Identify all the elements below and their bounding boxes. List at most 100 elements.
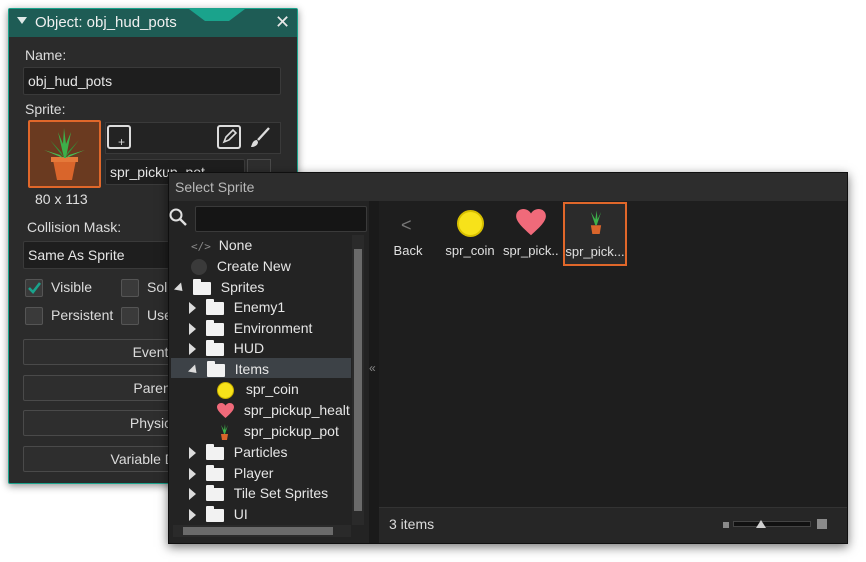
grid-tile-sprite[interactable]: spr_coin — [443, 209, 497, 265]
create-new-icon — [191, 259, 207, 276]
expand-arrow-icon — [187, 364, 201, 377]
status-bar: 3 items — [379, 507, 847, 543]
tree-label-sprite: spr_pickup_healt — [243, 402, 350, 418]
uses-physics-checkbox[interactable] — [121, 307, 139, 325]
brush-icon — [251, 127, 270, 147]
zoom-large-icon[interactable] — [817, 519, 827, 529]
coin-icon — [457, 210, 484, 237]
collapsed-arrow-icon — [189, 447, 196, 460]
grid-tile-sprite-selected[interactable]: spr_pick... — [563, 202, 627, 266]
persistent-checkbox[interactable] — [25, 307, 43, 325]
solid-checkbox[interactable] — [121, 279, 139, 297]
tree-label-sprite: spr_coin — [245, 381, 299, 397]
folder-icon — [205, 298, 224, 315]
tree-folder-row[interactable]: Environment — [189, 318, 312, 338]
pencil-icon — [222, 128, 238, 144]
tree-item-items[interactable]: Items — [187, 359, 269, 379]
sprite-size-label: 80 x 113 — [35, 191, 88, 207]
object-window-titlebar[interactable]: Object: obj_hud_pots ✕ — [9, 9, 297, 37]
search-input[interactable] — [195, 206, 367, 232]
zoom-slider[interactable] — [733, 520, 811, 528]
visible-checkbox[interactable] — [25, 279, 43, 297]
tree-label-create-new: Create New — [216, 258, 291, 274]
sprite-label: Sprite: — [25, 101, 66, 117]
sprite-preview[interactable] — [28, 120, 101, 188]
tree-item-none[interactable]: </> None — [191, 235, 252, 255]
grid-tile-label: Back — [393, 243, 423, 258]
tree-folder-row[interactable]: Player — [189, 463, 273, 483]
select-sprite-title[interactable]: Select Sprite — [169, 173, 847, 201]
collapsed-arrow-icon — [189, 343, 196, 356]
edit-sprite-button[interactable] — [217, 125, 241, 149]
folder-icon — [205, 319, 224, 336]
close-icon[interactable]: ✕ — [275, 12, 290, 33]
folder-icon — [205, 484, 224, 501]
expand-arrow-icon — [173, 282, 187, 295]
tree-label-folder: Environment — [233, 320, 313, 336]
heart-icon — [516, 209, 546, 236]
heart-icon — [217, 403, 234, 419]
name-field-value: obj_hud_pots — [28, 73, 113, 89]
folder-icon — [205, 464, 224, 481]
folder-icon — [205, 443, 224, 460]
grid-tile-label: spr_coin — [445, 243, 495, 258]
tree-folder-row[interactable]: HUD — [189, 338, 264, 358]
collapsed-arrow-icon — [189, 302, 196, 315]
plus-icon: + — [118, 135, 126, 149]
folder-icon — [206, 360, 225, 377]
persistent-label: Persistent — [51, 307, 114, 323]
select-sprite-dialog: Select Sprite </> None Create New Sprite… — [168, 172, 848, 544]
zoom-small-icon[interactable] — [723, 522, 729, 528]
folder-icon — [192, 278, 211, 295]
search-icon — [169, 208, 187, 226]
grid-tile-label: spr_pick... — [565, 244, 625, 259]
back-arrow-icon: < — [401, 215, 412, 235]
paint-sprite-button[interactable] — [247, 125, 273, 151]
collision-mask-dropdown[interactable]: Same As Sprite — [23, 241, 173, 269]
item-count: 3 items — [389, 516, 435, 532]
collapsed-arrow-icon — [189, 488, 196, 501]
collapsed-arrow-icon — [189, 468, 196, 481]
tree-label-sprites: Sprites — [220, 279, 265, 295]
titlebar-tab-notch — [189, 9, 245, 21]
collapsed-arrow-icon — [189, 509, 196, 522]
tree-label-folder: Particles — [233, 444, 288, 460]
code-icon: </> — [191, 240, 211, 253]
name-label: Name: — [25, 47, 67, 63]
tree-label-folder: UI — [233, 506, 248, 522]
grid-tile-label: spr_pick... — [503, 243, 559, 258]
tree-sprite-row[interactable]: spr_coin — [217, 379, 299, 399]
potted-plant-icon — [44, 128, 85, 180]
tree-item-sprites[interactable]: Sprites — [173, 277, 265, 297]
tree-folder-row[interactable]: Particles — [189, 442, 287, 462]
potted-plant-icon — [221, 423, 228, 440]
collision-mask-value: Same As Sprite — [28, 247, 125, 263]
tree-label-folder: Tile Set Sprites — [233, 485, 329, 501]
solid-label: Sol — [147, 279, 168, 295]
folder-icon — [205, 339, 224, 356]
collapse-icon[interactable] — [17, 17, 27, 24]
coin-icon — [217, 381, 234, 399]
scrollbar-thumb[interactable] — [183, 527, 333, 535]
new-sprite-button[interactable]: + — [107, 125, 131, 149]
grid-tile-back[interactable]: < Back — [383, 209, 433, 265]
tree-sprite-row[interactable]: spr_pickup_healt — [217, 400, 350, 420]
tree-sprite-row[interactable]: spr_pickup_pot — [217, 421, 339, 441]
collapse-pane-icon[interactable]: « — [369, 361, 376, 375]
zoom-slider-handle[interactable] — [756, 520, 766, 528]
tree-folder-row[interactable]: Enemy1 — [189, 297, 285, 317]
tree-horizontal-scrollbar[interactable] — [173, 525, 351, 537]
tree-item-create-new[interactable]: Create New — [191, 256, 291, 276]
tree-label-folder: Enemy1 — [233, 299, 286, 315]
tree-folder-row[interactable]: Tile Set Sprites — [189, 483, 328, 503]
scrollbar-thumb[interactable] — [354, 249, 362, 511]
grid-tile-sprite[interactable]: spr_pick... — [503, 209, 559, 265]
tree-folder-row[interactable]: UI — [189, 504, 248, 524]
collision-mask-label: Collision Mask: — [27, 219, 122, 235]
tree-label-none: None — [218, 237, 253, 253]
name-field[interactable]: obj_hud_pots — [23, 67, 281, 95]
pane-splitter[interactable]: « — [369, 201, 379, 543]
collapsed-arrow-icon — [189, 323, 196, 336]
tree-vertical-scrollbar[interactable] — [352, 235, 364, 525]
tree-label-folder: HUD — [233, 340, 265, 356]
